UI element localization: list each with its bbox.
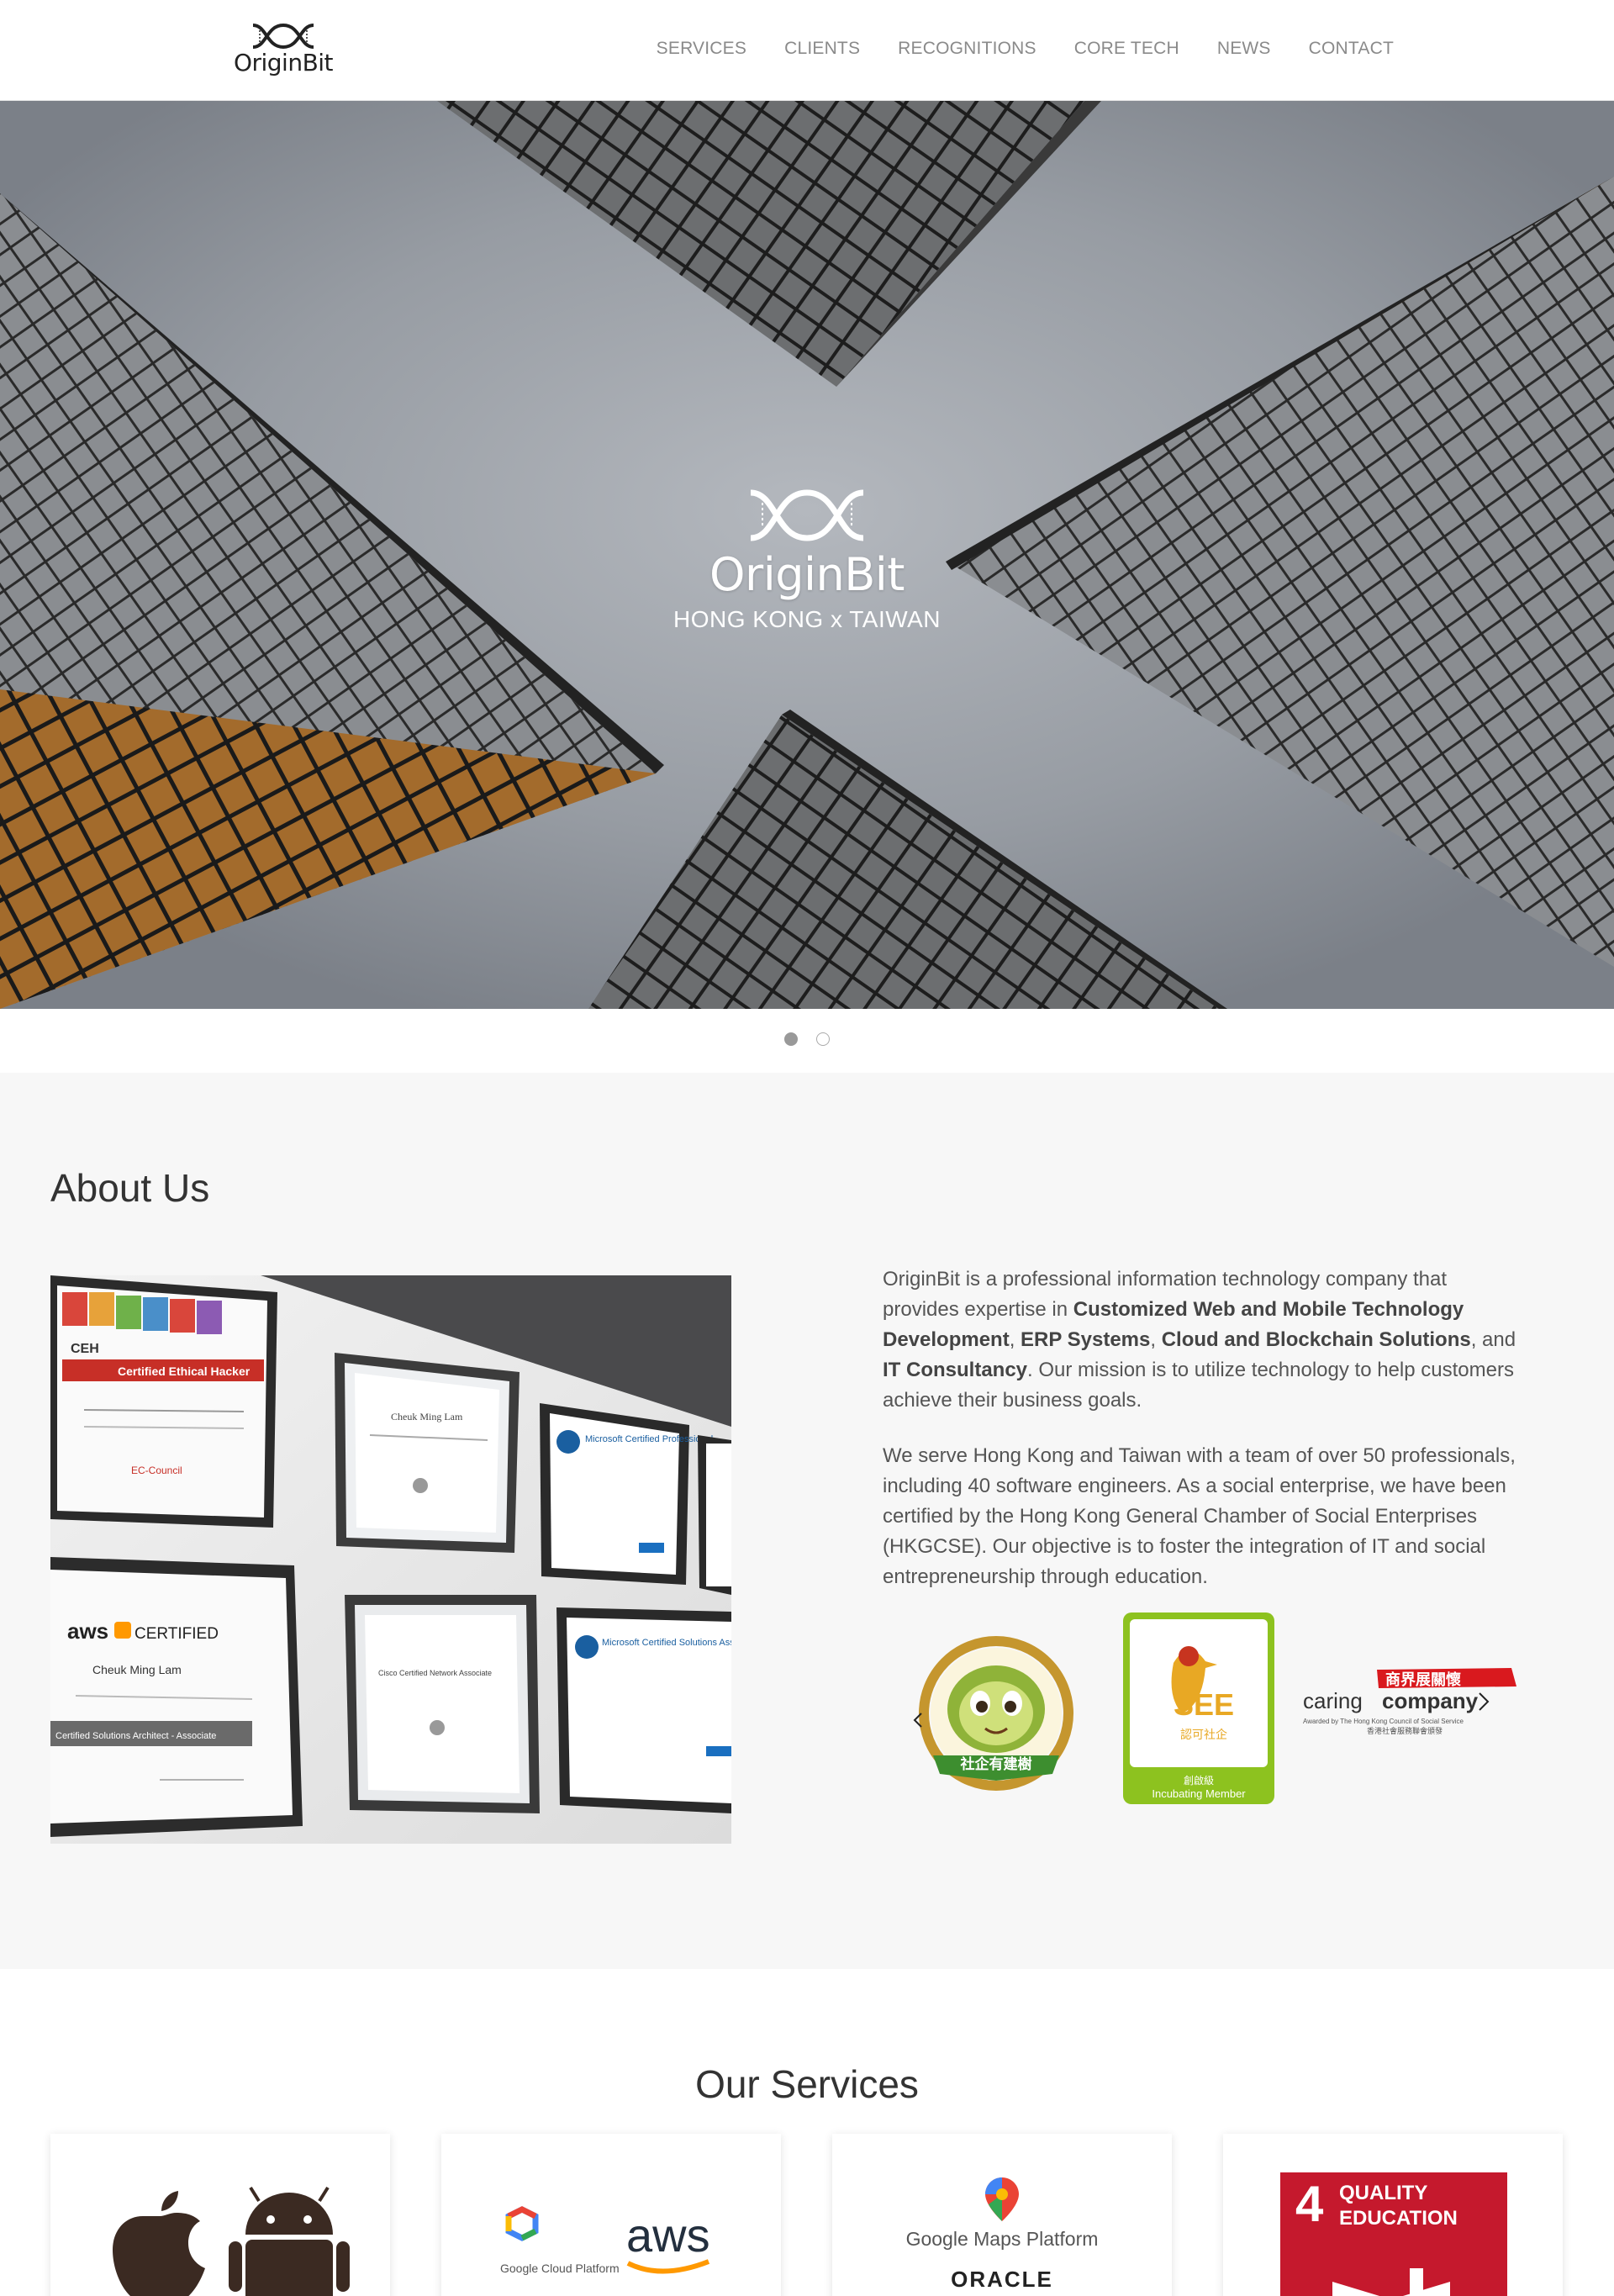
carousel-indicators [0, 1032, 1614, 1049]
dna-logo-icon [252, 23, 314, 50]
nav-contact[interactable]: CONTACT [1309, 39, 1394, 59]
badge2-level: 創啟級 [1184, 1774, 1214, 1787]
ms-cert-bottom: Microsoft Certified Solutions Associate [602, 1638, 731, 1648]
sdg-label-a: QUALITY [1339, 2182, 1427, 2204]
cisco-cert-bottom: Cisco Certified Network Associate [378, 1669, 492, 1677]
nav-clients[interactable]: CLIENTS [784, 39, 860, 59]
hero-carousel[interactable]: OriginBit HONG KONG x TAIWAN [0, 101, 1614, 1009]
ceh-title: Certified Ethical Hacker [118, 1364, 251, 1378]
services-title: Our Services [695, 2062, 919, 2106]
about-section: About Us CEH Certified Ethical Hacker EC… [0, 1073, 1614, 1969]
badge1-text: 社企有建樹 [960, 1755, 1032, 1773]
aws-logo-text: aws [626, 2209, 710, 2262]
services-section: Our Services Google Cloud Platform aws G… [0, 1969, 1614, 2296]
service-card-cloud[interactable]: Google Cloud Platform aws [441, 2134, 781, 2296]
oracle-label: ORACLE [951, 2267, 1053, 2292]
brand-name: OriginBit [233, 49, 334, 77]
top-navbar: OriginBit SERVICES CLIENTS RECOGNITIONS … [0, 0, 1614, 101]
google-maps-label: Google Maps Platform [906, 2228, 1099, 2250]
brand-logo[interactable]: OriginBit [220, 22, 346, 77]
aws-cert-label: CERTIFIED [134, 1625, 219, 1643]
nav-services[interactable]: SERVICES [657, 39, 746, 59]
sdg-label-b: EDUCATION [1339, 2207, 1458, 2230]
carousel-dot-2[interactable] [815, 1032, 830, 1046]
about-description: OriginBit is a professional information … [883, 1264, 1522, 1618]
sdg-number: 4 [1295, 2176, 1324, 2232]
about-paragraph-1: OriginBit is a professional information … [883, 1268, 1516, 1412]
google-maps-pin-icon [985, 2177, 1019, 2221]
service-card-erp[interactable]: Google Maps Platform ORACLE [832, 2134, 1172, 2296]
nav-news[interactable]: NEWS [1217, 39, 1271, 59]
android-icon [229, 2186, 350, 2296]
aws-cert-brand: aws [67, 1618, 108, 1644]
aws-smile-icon [626, 2259, 710, 2274]
ceh-tag: CEH [71, 1342, 99, 1356]
nav-recognitions[interactable]: RECOGNITIONS [898, 39, 1036, 59]
badge3-sub: Awarded by The Hong Kong Council of Soci… [1303, 1718, 1464, 1725]
nav-core-tech[interactable]: CORE TECH [1074, 39, 1179, 59]
cisco-name-top: Cheuk Ming Lam [391, 1411, 463, 1422]
badge3-cn: 商界展關懷 [1385, 1671, 1461, 1689]
hero-logo: OriginBit HONG KONG x TAIWAN [0, 486, 1614, 633]
badge2-see: SEE [1174, 1687, 1234, 1722]
badge3-word-a: caring [1303, 1688, 1363, 1713]
badge3-word-b: company [1382, 1688, 1479, 1713]
apple-icon [113, 2191, 205, 2296]
hero-subtitle: HONG KONG x TAIWAN [672, 606, 942, 632]
service-card-education[interactable]: 4 QUALITY EDUCATION [1223, 2134, 1563, 2296]
hero-brand-name: OriginBit [709, 548, 905, 601]
aws-cert-name: Cheuk Ming Lam [92, 1663, 182, 1676]
badge2-cn: 認可社企 [1180, 1728, 1227, 1742]
badge2-label: Incubating Member [1152, 1787, 1246, 1800]
social-enterprise-award-badge[interactable]: 社企有建樹 [908, 1629, 1084, 1806]
carousel-dot-1[interactable] [784, 1032, 799, 1046]
certificates-photo: CEH Certified Ethical Hacker EC-Council … [50, 1275, 731, 1844]
recognition-badges: 社企有建樹 SEE 認可社企 創啟級 Incubating Member 商界展… [899, 1612, 1522, 1808]
google-cloud-icon [505, 2206, 539, 2241]
badge3-sub-cn: 香港社會服務聯會頒發 [1367, 1726, 1443, 1736]
aws-cert-role: Certified Solutions Architect - Associat… [55, 1731, 216, 1741]
about-title: About Us [50, 1166, 210, 1210]
ms-cert-top: Microsoft Certified Professional [585, 1434, 713, 1444]
ceh-org: EC-Council [131, 1465, 182, 1476]
caring-company-badge[interactable]: 商界展關懷 caring company Awarded by The Hong… [1301, 1665, 1522, 1749]
see-incubating-member-badge[interactable]: SEE 認可社企 創啟級 Incubating Member [1123, 1612, 1274, 1804]
service-card-mobile[interactable] [50, 2134, 390, 2296]
about-paragraph-2: We serve Hong Kong and Taiwan with a tea… [883, 1444, 1516, 1588]
gcp-label: Google Cloud Platform [500, 2262, 620, 2275]
dna-logo-icon [750, 489, 864, 541]
main-nav: SERVICES CLIENTS RECOGNITIONS CORE TECH … [619, 39, 1394, 59]
carousel-next-icon[interactable] [1479, 1692, 1490, 1711]
